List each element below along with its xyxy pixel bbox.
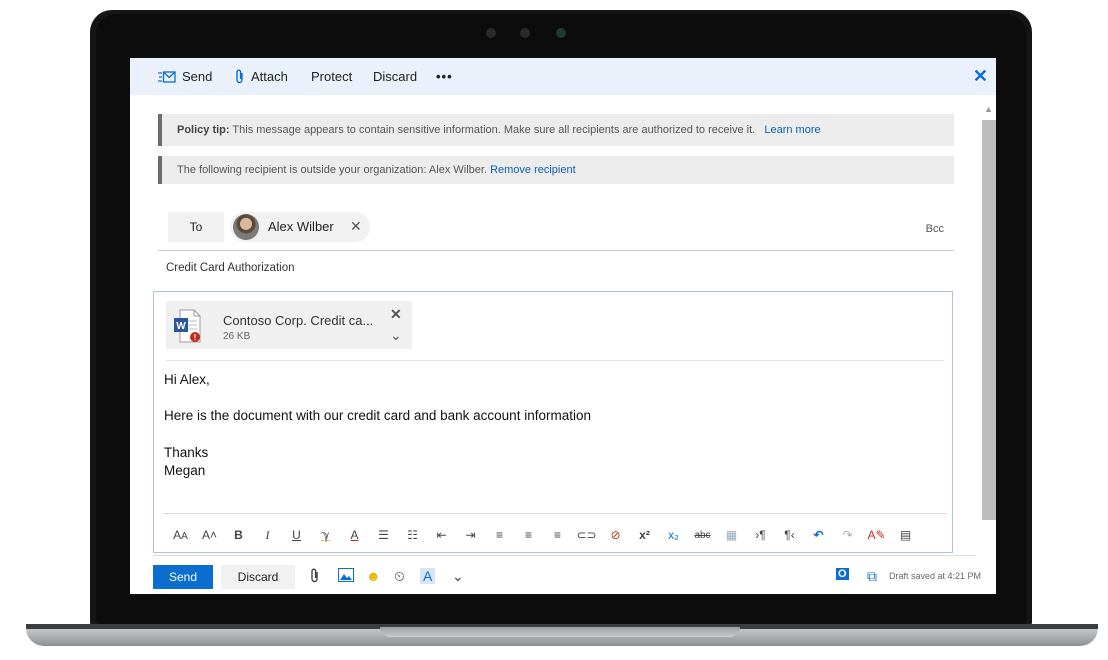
emoji-icon[interactable]: ☻ <box>366 568 381 584</box>
external-recipient-message: The following recipient is outside your … <box>177 164 487 176</box>
attachment-size: 26 KB <box>223 331 251 342</box>
to-field: To Alex Wilber ✕ Bcc <box>158 206 954 251</box>
schedule-icon[interactable]: ⏲ <box>394 568 405 585</box>
word-document-icon: W ! <box>174 309 201 343</box>
message-body-line: Here is the document with our credit car… <box>164 408 591 423</box>
to-button[interactable]: To <box>168 212 224 242</box>
numbering-icon[interactable]: ☷ <box>398 528 427 542</box>
redo-icon[interactable]: ↷ <box>833 528 862 542</box>
format-toolbar: AA A˄ B I U ℽ A ☰ ☷ ⇤ ⇥ ≡ ≡ ≡ ⊂⊃ ⊘ x² x₂… <box>166 524 920 546</box>
editor-icon[interactable]: A <box>420 568 436 584</box>
underline-icon[interactable]: U <box>282 528 311 542</box>
bcc-button[interactable]: Bcc <box>926 223 944 235</box>
attach-button[interactable]: Attach <box>235 69 288 84</box>
external-recipient-banner: The following recipient is outside your … <box>158 156 954 184</box>
clear-formatting-icon[interactable]: A✎ <box>862 528 891 542</box>
decrease-indent-icon[interactable]: ⇤ <box>427 528 456 542</box>
scrollbar-thumb[interactable] <box>982 120 996 520</box>
bullets-icon[interactable]: ☰ <box>369 528 398 542</box>
footer-divider <box>153 555 976 556</box>
attach-label: Attach <box>251 69 288 84</box>
remove-recipient-icon[interactable]: ✕ <box>350 218 362 235</box>
font-size-icon[interactable]: AA <box>166 528 195 542</box>
camera-sensor <box>486 28 496 38</box>
remove-attachment-icon[interactable]: ✕ <box>390 306 402 323</box>
svg-text:W: W <box>176 321 186 332</box>
remove-recipient-link[interactable]: Remove recipient <box>490 164 576 176</box>
paperclip-icon[interactable] <box>310 568 320 586</box>
insert-table-icon[interactable]: ▤ <box>891 528 920 542</box>
recipient-chip[interactable]: Alex Wilber ✕ <box>230 212 370 242</box>
avatar <box>233 214 259 240</box>
ltr-icon[interactable]: ›¶ <box>746 528 775 542</box>
insert-picture-icon[interactable]: ▦ <box>717 528 746 542</box>
policy-tip-message: This message appears to contain sensitiv… <box>229 124 756 136</box>
discard-toolbar-button[interactable]: Discard <box>373 69 417 84</box>
more-options-button[interactable]: ••• <box>436 69 453 84</box>
recipient-name: Alex Wilber <box>268 219 334 234</box>
remove-link-icon[interactable]: ⊘ <box>601 528 630 542</box>
policy-tip-banner: Policy tip: This message appears to cont… <box>158 114 954 146</box>
draft-status: Draft saved at 4:21 PM <box>889 571 982 581</box>
attachment-name: Contoso Corp. Credit ca... <box>223 313 374 328</box>
highlight-icon[interactable]: ℽ <box>311 528 340 542</box>
font-color-icon[interactable]: A <box>340 528 369 542</box>
protect-label: Protect <box>311 69 353 84</box>
align-center-icon[interactable]: ≡ <box>514 528 543 542</box>
subscript-icon[interactable]: x₂ <box>659 528 688 542</box>
align-left-icon[interactable]: ≡ <box>485 528 514 542</box>
increase-indent-icon[interactable]: ⇥ <box>456 528 485 542</box>
camera-lens <box>520 28 530 38</box>
italic-icon[interactable]: I <box>253 528 282 543</box>
discard-toolbar-label: Discard <box>373 69 418 84</box>
laptop-notch <box>380 627 740 637</box>
strikethrough-icon[interactable]: abc <box>688 530 717 541</box>
chevron-down-icon[interactable]: ⌄ <box>452 568 464 585</box>
more-options-icon: ••• <box>436 69 453 84</box>
learn-more-link[interactable]: Learn more <box>764 124 820 136</box>
insert-image-icon[interactable] <box>338 568 354 585</box>
message-greeting: Hi Alex, <box>164 372 210 387</box>
message-signature: Megan <box>164 463 206 478</box>
send-icon <box>158 70 176 83</box>
rtl-icon[interactable]: ¶‹ <box>775 528 804 542</box>
attachment-card[interactable]: W ! Contoso Corp. Credit ca... 26 KB ✕ ⌄ <box>166 301 412 349</box>
subject-field[interactable]: Credit Card Authorization <box>166 262 294 274</box>
close-icon[interactable]: ✕ <box>973 66 988 87</box>
svg-text:!: ! <box>194 333 197 342</box>
policy-tip-prefix: Policy tip: <box>177 124 230 136</box>
format-toolbar-divider <box>163 513 947 514</box>
message-closing: Thanks <box>164 445 209 460</box>
undo-icon[interactable]: ↶ <box>804 528 833 542</box>
insert-link-icon[interactable]: ⊂⊃ <box>572 528 601 542</box>
grow-font-icon[interactable]: A˄ <box>195 528 224 542</box>
discard-button[interactable]: Discard <box>221 565 295 589</box>
send-toolbar-label: Send <box>182 69 213 84</box>
bold-icon[interactable]: B <box>224 528 253 542</box>
camera-indicator <box>556 28 566 38</box>
protect-button[interactable]: Protect <box>311 69 352 84</box>
align-right-icon[interactable]: ≡ <box>543 528 572 542</box>
send-button[interactable]: Send <box>153 565 213 589</box>
outlook-addin-icon[interactable]: O <box>836 568 849 580</box>
chevron-down-icon[interactable]: ⌄ <box>390 327 402 344</box>
superscript-icon[interactable]: x² <box>630 528 659 542</box>
scroll-up-icon[interactable]: ▲ <box>984 104 993 114</box>
attachment-divider <box>166 360 944 361</box>
paperclip-icon <box>236 69 243 84</box>
compose-toolbar: Send Attach Protect Discard ••• ✕ <box>130 58 996 95</box>
compose-window: Send Attach Protect Discard ••• ✕ ▲ Poli… <box>130 58 996 594</box>
send-toolbar-button[interactable]: Send <box>158 69 212 84</box>
open-in-window-icon[interactable]: ⧉ <box>867 568 877 585</box>
